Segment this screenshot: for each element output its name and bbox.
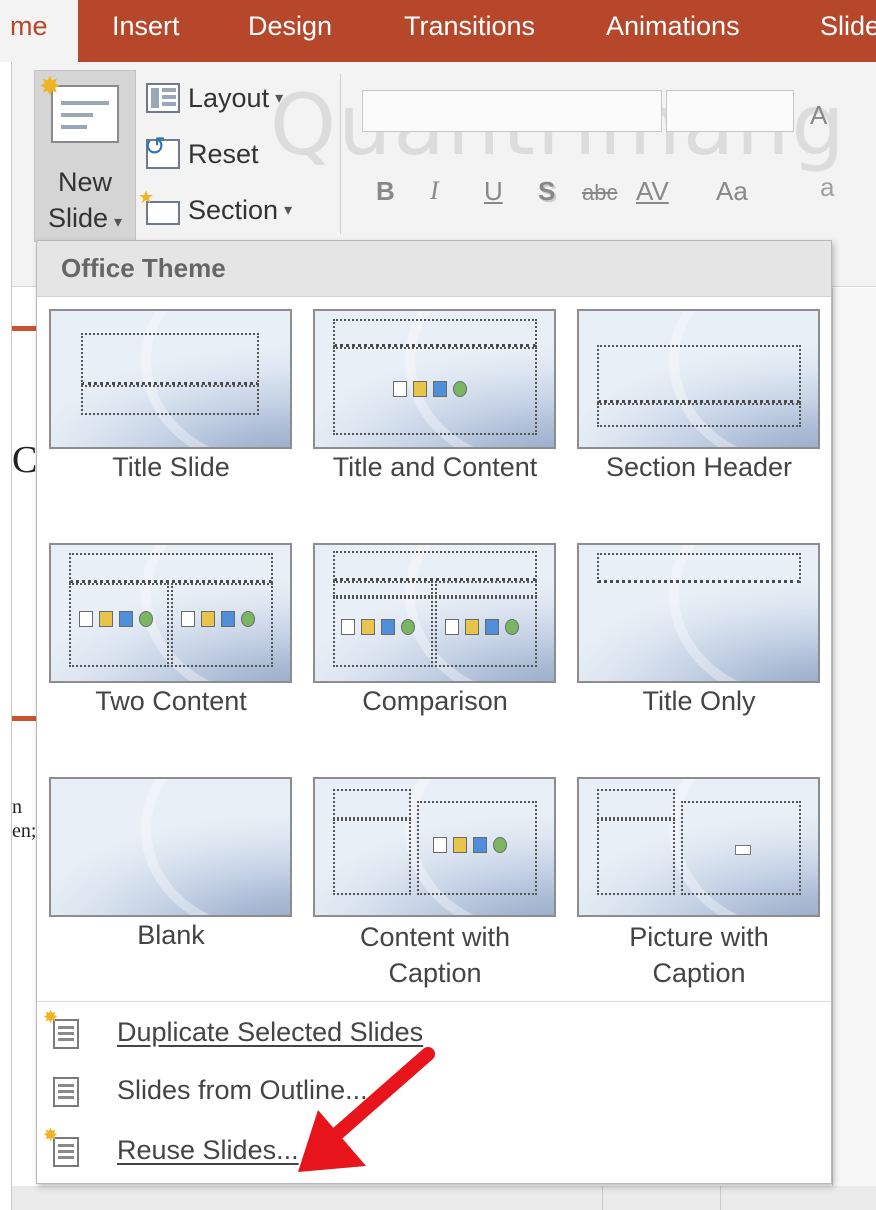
- italic-button[interactable]: I: [430, 176, 439, 206]
- gallery-header-title: Office Theme: [61, 253, 226, 283]
- layout-thumbnail-content-with-caption[interactable]: [313, 777, 556, 917]
- tab-slide-show[interactable]: Slide: [820, 0, 876, 62]
- layout-thumbnail-blank[interactable]: [49, 777, 292, 917]
- layout-label: Title Slide: [112, 452, 230, 482]
- tab-insert[interactable]: Insert: [112, 0, 180, 62]
- star-icon: ✸: [39, 71, 61, 101]
- new-slide-label-line2: Slide ▾: [47, 203, 123, 233]
- layout-thumbnail-comparison[interactable]: [313, 543, 556, 683]
- reset-label: Reset: [188, 138, 259, 169]
- font-name-box[interactable]: [362, 90, 662, 132]
- reset-icon: [144, 131, 180, 169]
- reuse-slides-icon: ✸: [43, 1125, 79, 1167]
- reuse-slides-item[interactable]: ✸ Reuse Slides...: [37, 1125, 831, 1179]
- layout-icon: [146, 83, 180, 113]
- underline-button[interactable]: U: [484, 176, 503, 207]
- layout-label: Title Only: [642, 686, 756, 716]
- menu-divider: [37, 1001, 831, 1002]
- layout-label: Comparison: [362, 686, 508, 716]
- section-label: Section: [188, 194, 279, 225]
- slide-thumbnail-border: [12, 326, 38, 331]
- right-panel: [832, 288, 876, 1210]
- status-bar-divider: [720, 1186, 721, 1210]
- gallery-header: Office Theme: [37, 241, 831, 297]
- new-slide-label-line1: New: [57, 167, 112, 197]
- chevron-down-icon: ▾: [114, 214, 123, 231]
- reset-button[interactable]: Reset: [144, 131, 259, 174]
- layout-thumbnail-title-only[interactable]: [577, 543, 820, 683]
- tab-design[interactable]: Design: [248, 0, 332, 62]
- menu-item-label: Slides from Outline...: [117, 1075, 368, 1105]
- menu-item-label: Reuse Slides...: [117, 1135, 299, 1165]
- strikethrough-button[interactable]: abc: [582, 180, 617, 206]
- content-placeholder-icon: [433, 835, 513, 857]
- tab-home[interactable]: me: [0, 0, 78, 64]
- content-placeholder-icon: [445, 617, 525, 639]
- content-placeholder-icon: [79, 609, 159, 631]
- background-slide-text: en;: [12, 820, 37, 842]
- content-placeholder-icon: [341, 617, 421, 639]
- new-slide-icon: ✸: [39, 73, 119, 143]
- layout-thumbnail-two-content[interactable]: [49, 543, 292, 683]
- window-left-edge: [0, 62, 12, 1210]
- status-bar-divider: [602, 1186, 603, 1210]
- shadow-button[interactable]: S: [538, 176, 555, 207]
- layout-label: Title and Content: [332, 452, 538, 482]
- status-bar: [12, 1186, 876, 1210]
- background-slide-text: n: [12, 796, 22, 818]
- outline-icon: [53, 1077, 79, 1107]
- grow-font-button[interactable]: A: [810, 100, 827, 131]
- menu-item-label: Duplicate Selected Slides: [117, 1017, 424, 1047]
- layout-label: Layout: [188, 82, 270, 113]
- new-slide-button[interactable]: ✸ New Slide ▾: [34, 70, 136, 242]
- tab-animations[interactable]: Animations: [606, 0, 740, 62]
- slide-thumbnail-border: [12, 716, 38, 721]
- background-slide-text: C: [12, 439, 38, 481]
- layout-label-line1: Content with: [359, 922, 511, 952]
- tab-transitions[interactable]: Transitions: [404, 0, 535, 62]
- layout-label-line2: Caption: [388, 958, 482, 988]
- layout-thumbnail-section-header[interactable]: [577, 309, 820, 449]
- ribbon-group-divider: [340, 74, 341, 234]
- character-spacing-button[interactable]: AV: [636, 176, 669, 207]
- clear-formatting-button[interactable]: a: [820, 172, 834, 203]
- layout-thumbnail-picture-with-caption[interactable]: [577, 777, 820, 917]
- duplicate-selected-slides-item[interactable]: ✸ Duplicate Selected Slides: [37, 1007, 831, 1061]
- section-icon: [138, 187, 180, 225]
- font-size-box[interactable]: [666, 90, 794, 132]
- duplicate-slides-icon: ✸: [43, 1007, 79, 1049]
- change-case-button[interactable]: Aa: [716, 176, 748, 207]
- slides-from-outline-item[interactable]: Slides from Outline...: [37, 1065, 831, 1119]
- layout-label-line1: Picture with: [629, 922, 769, 952]
- section-button[interactable]: Section ▾: [138, 187, 293, 230]
- layout-label-line2: Caption: [652, 958, 746, 988]
- layout-button[interactable]: Layout ▾: [146, 78, 283, 118]
- chevron-down-icon: ▾: [284, 202, 293, 219]
- picture-placeholder-icon: [735, 845, 751, 855]
- bold-button[interactable]: B: [376, 176, 395, 207]
- layout-label: Two Content: [95, 686, 247, 716]
- layout-label: Blank: [137, 920, 205, 950]
- ribbon-tab-bar: me Insert Design Transitions Animations …: [0, 0, 876, 64]
- chevron-down-icon: ▾: [275, 90, 284, 107]
- new-slide-dropdown: Office Theme Title Slide Title and Conte…: [36, 240, 832, 1184]
- layout-thumbnail-title-and-content[interactable]: [313, 309, 556, 449]
- content-placeholder-icon: [181, 609, 261, 631]
- content-placeholder-icon: [393, 379, 473, 401]
- layout-thumbnail-title-slide[interactable]: [49, 309, 292, 449]
- layout-label: Section Header: [605, 452, 793, 482]
